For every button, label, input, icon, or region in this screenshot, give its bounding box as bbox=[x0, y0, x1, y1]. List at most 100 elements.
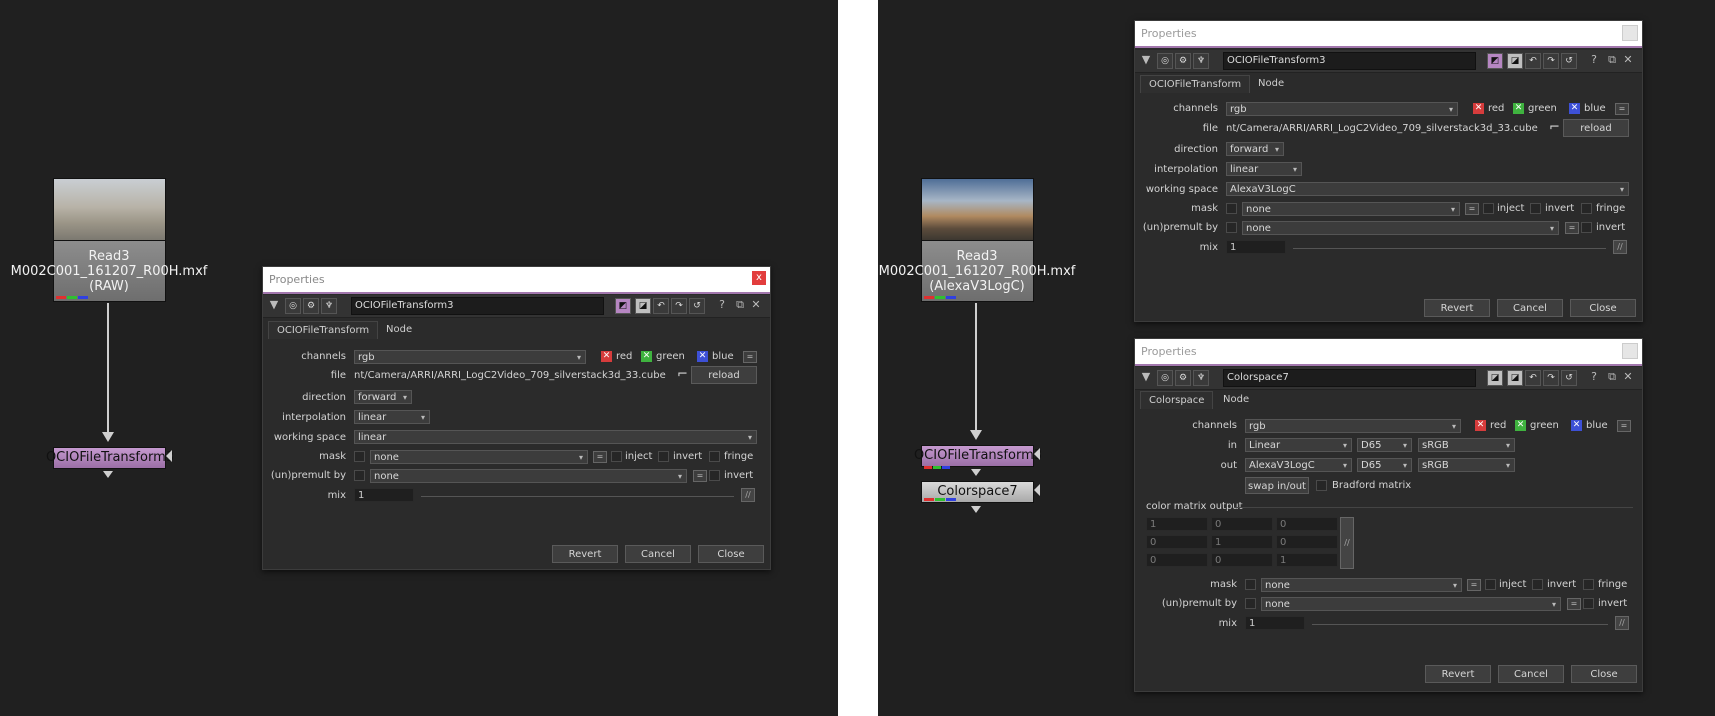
matrix-cell[interactable]: 1 bbox=[1211, 535, 1273, 549]
interpolation-dropdown[interactable]: linear ▾ bbox=[1226, 162, 1302, 176]
unpremult-checkbox[interactable] bbox=[354, 470, 365, 481]
mask-dropdown[interactable]: none ▾ bbox=[1242, 202, 1460, 216]
mask-link-button[interactable]: = bbox=[1467, 579, 1481, 591]
channels-dropdown[interactable]: rgb ▾ bbox=[1245, 419, 1461, 433]
invert-mask-checkbox[interactable] bbox=[1532, 579, 1543, 590]
direction-dropdown[interactable]: forward ▾ bbox=[354, 390, 412, 404]
unpremult-link-button[interactable]: = bbox=[693, 470, 707, 482]
tab-node[interactable]: Node bbox=[378, 321, 420, 338]
undo-icon[interactable]: ↶ bbox=[1525, 370, 1541, 386]
inject-checkbox[interactable] bbox=[611, 451, 622, 462]
revert-knobs-icon[interactable]: ↺ bbox=[1561, 53, 1577, 69]
node-name-field[interactable]: OCIOFileTransform3 bbox=[351, 297, 604, 315]
reload-button[interactable]: reload bbox=[691, 366, 757, 384]
revert-button[interactable]: Revert bbox=[552, 545, 618, 563]
collapse-triangle-icon[interactable]: ▼ bbox=[1139, 370, 1153, 384]
matrix-cell[interactable]: 0 bbox=[1146, 553, 1208, 567]
output-arrow-icon[interactable] bbox=[971, 469, 981, 476]
matrix-cell[interactable]: 0 bbox=[1211, 517, 1273, 531]
green-channel-checkbox[interactable]: ✕ bbox=[641, 351, 652, 362]
unpremult-dropdown[interactable]: none ▾ bbox=[370, 469, 687, 483]
invert-mask-checkbox[interactable] bbox=[658, 451, 669, 462]
panel-title-bar[interactable]: Properties bbox=[1135, 339, 1642, 366]
float-panel-icon[interactable]: ⧉ bbox=[733, 298, 747, 312]
output-arrow-icon[interactable] bbox=[971, 506, 981, 513]
node-input-icon[interactable]: ♆ bbox=[1193, 53, 1209, 69]
reload-button[interactable]: reload bbox=[1563, 119, 1629, 137]
redo-icon[interactable]: ↷ bbox=[1543, 53, 1559, 69]
tile-color-icon[interactable]: ◪ bbox=[635, 298, 651, 314]
green-channel-checkbox[interactable]: ✕ bbox=[1513, 103, 1524, 114]
matrix-cell[interactable]: 0 bbox=[1211, 553, 1273, 567]
blue-channel-checkbox[interactable]: ✕ bbox=[1571, 420, 1582, 431]
mask-input-arrow-icon[interactable] bbox=[1034, 448, 1040, 460]
invert-mask-checkbox[interactable] bbox=[1530, 203, 1541, 214]
close-button[interactable]: Close bbox=[698, 545, 764, 563]
in-colorspace-dropdown[interactable]: Linear ▾ bbox=[1245, 438, 1352, 452]
revert-button[interactable]: Revert bbox=[1425, 665, 1491, 683]
revert-button[interactable]: Revert bbox=[1424, 299, 1490, 317]
redo-icon[interactable]: ↷ bbox=[671, 298, 687, 314]
node-center-icon[interactable]: ◎ bbox=[1157, 370, 1173, 386]
close-panel-icon[interactable]: ✕ bbox=[1621, 370, 1635, 384]
close-panel-icon[interactable]: ✕ bbox=[749, 298, 763, 312]
tab-node[interactable]: Node bbox=[1250, 75, 1292, 92]
close-window-icon[interactable] bbox=[1622, 343, 1638, 359]
in-illuminant-dropdown[interactable]: D65 ▾ bbox=[1357, 438, 1412, 452]
mix-slider[interactable] bbox=[1293, 248, 1606, 249]
out-primaries-dropdown[interactable]: sRGB ▾ bbox=[1418, 458, 1515, 472]
close-button[interactable]: Close bbox=[1571, 665, 1637, 683]
channels-dropdown[interactable]: rgb ▾ bbox=[354, 350, 586, 364]
ocio-file-transform-node[interactable]: OCIOFileTransform3 bbox=[914, 445, 1042, 467]
unpremult-dropdown[interactable]: none ▾ bbox=[1242, 221, 1559, 235]
direction-dropdown[interactable]: forward ▾ bbox=[1226, 142, 1284, 156]
close-window-icon[interactable]: x bbox=[752, 271, 766, 285]
node-viewer-icon[interactable]: ⚙ bbox=[303, 298, 319, 314]
ocio-file-transform-node[interactable]: OCIOFileTransform3 bbox=[46, 447, 174, 469]
tab-node[interactable]: Node bbox=[1215, 391, 1257, 408]
matrix-cell[interactable]: 0 bbox=[1276, 535, 1338, 549]
fringe-checkbox[interactable] bbox=[1583, 579, 1594, 590]
revert-knobs-icon[interactable]: ↺ bbox=[1561, 370, 1577, 386]
node-name-field[interactable]: Colorspace7 bbox=[1223, 369, 1476, 387]
mix-slider[interactable] bbox=[1312, 624, 1608, 625]
read-node-thumbnail[interactable] bbox=[53, 178, 166, 242]
output-arrow-icon[interactable] bbox=[103, 471, 113, 478]
matrix-cell[interactable]: 1 bbox=[1276, 553, 1338, 567]
help-icon[interactable]: ? bbox=[1587, 53, 1601, 67]
out-illuminant-dropdown[interactable]: D65 ▾ bbox=[1357, 458, 1412, 472]
mask-checkbox[interactable] bbox=[1226, 203, 1237, 214]
close-button[interactable]: Close bbox=[1570, 299, 1636, 317]
tile-color-icon[interactable]: ◪ bbox=[1507, 53, 1523, 69]
blue-channel-checkbox[interactable]: ✕ bbox=[697, 351, 708, 362]
swap-in-out-button[interactable]: swap in/out bbox=[1245, 477, 1309, 494]
node-center-icon[interactable]: ◎ bbox=[1157, 53, 1173, 69]
file-browse-icon[interactable]: ⌐ bbox=[1549, 120, 1560, 135]
collapse-triangle-icon[interactable]: ▼ bbox=[267, 298, 281, 312]
cancel-button[interactable]: Cancel bbox=[1497, 299, 1563, 317]
file-path-field[interactable]: nt/Camera/ARRI/ARRI_LogC2Video_709_silve… bbox=[354, 370, 666, 381]
blue-channel-checkbox[interactable]: ✕ bbox=[1569, 103, 1580, 114]
node-center-icon[interactable]: ◎ bbox=[285, 298, 301, 314]
tile-color-icon[interactable]: ◪ bbox=[1507, 370, 1523, 386]
mask-link-button[interactable]: = bbox=[593, 451, 607, 463]
channels-dropdown[interactable]: rgb ▾ bbox=[1226, 102, 1458, 116]
undo-icon[interactable]: ↶ bbox=[653, 298, 669, 314]
matrix-cell[interactable]: 1 bbox=[1146, 517, 1208, 531]
fringe-checkbox[interactable] bbox=[709, 451, 720, 462]
matrix-animation-icon[interactable]: ∕∕ bbox=[1340, 517, 1354, 569]
mask-input-arrow-icon[interactable] bbox=[1034, 484, 1040, 496]
close-panel-icon[interactable]: ✕ bbox=[1621, 53, 1635, 67]
invert-unpremult-checkbox[interactable] bbox=[1583, 598, 1594, 609]
pipe-connector[interactable] bbox=[107, 303, 109, 433]
working-space-dropdown[interactable]: AlexaV3LogC ▾ bbox=[1226, 182, 1629, 196]
mask-checkbox[interactable] bbox=[1245, 579, 1256, 590]
tab-colorspace[interactable]: Colorspace bbox=[1140, 391, 1214, 409]
working-space-dropdown[interactable]: linear ▾ bbox=[354, 430, 757, 444]
channels-link-button[interactable]: = bbox=[1615, 103, 1629, 115]
node-name-field[interactable]: OCIOFileTransform3 bbox=[1223, 52, 1476, 70]
unpremult-dropdown[interactable]: none ▾ bbox=[1261, 597, 1561, 611]
channels-link-button[interactable]: = bbox=[743, 351, 757, 363]
cancel-button[interactable]: Cancel bbox=[625, 545, 691, 563]
mix-slider[interactable] bbox=[421, 496, 734, 497]
